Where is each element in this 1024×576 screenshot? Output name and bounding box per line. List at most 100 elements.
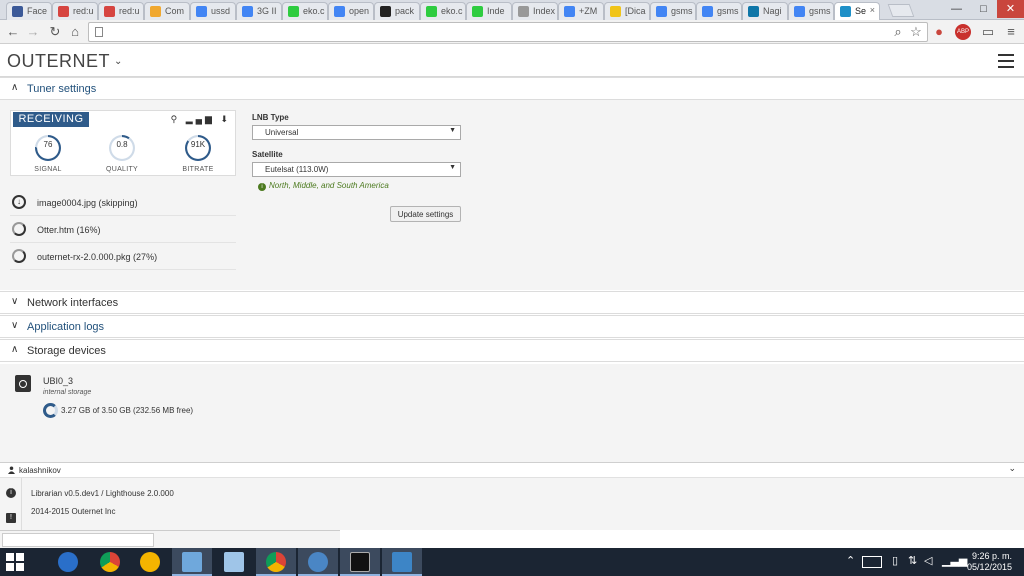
tab-label: gsms: [717, 6, 739, 16]
tab-label: open: [349, 6, 370, 16]
tray-expand-icon[interactable]: ⌃: [846, 554, 855, 567]
user-bar[interactable]: kalashnikov ⌄: [0, 462, 1024, 478]
section-application-logs[interactable]: ∨ Application logs: [0, 315, 1024, 338]
url-input[interactable]: [89, 23, 869, 41]
home-icon[interactable]: ⌂: [66, 23, 84, 41]
browser-tab[interactable]: 3G II: [236, 2, 282, 20]
browser-tab[interactable]: eko.c: [282, 2, 328, 20]
taskbar-app-network[interactable]: [382, 548, 422, 576]
page-icon: [95, 27, 103, 37]
app-header: OUTERNET ⌄: [0, 45, 1024, 77]
wifi-signal-icon[interactable]: ▁▃▅: [942, 554, 967, 567]
keyboard-icon[interactable]: [862, 556, 882, 568]
tab-favicon-icon: [58, 6, 69, 17]
bookmark-star-icon[interactable]: ☆: [907, 23, 925, 41]
feedback-icon[interactable]: !: [6, 513, 16, 523]
usb-icon[interactable]: ⇅: [908, 554, 917, 567]
volume-icon[interactable]: ◁: [924, 554, 932, 567]
reload-icon[interactable]: ↻: [46, 23, 64, 41]
address-bar[interactable]: ⌕ ☆: [88, 22, 928, 42]
tuner-settings-body: RECEIVING ⚲ ▂▄▆ ⬇ 76 SIGNAL 0.8 QUALITY …: [0, 100, 1024, 290]
chevron-down-icon: ∨: [11, 320, 19, 331]
browser-tab[interactable]: +ZM: [558, 2, 604, 20]
download-name: image0004.jpg (skipping): [37, 198, 138, 208]
section-title: Network interfaces: [27, 297, 119, 309]
browser-tab[interactable]: Face: [6, 2, 52, 20]
taskbar-clock[interactable]: 9:26 p. m. 05/12/2015: [967, 551, 1012, 573]
status-field: [2, 533, 154, 547]
quality-gauge: 0.8: [109, 135, 135, 161]
taskbar-app-terminal[interactable]: [340, 548, 380, 576]
taskbar-app-chrome[interactable]: [90, 548, 130, 576]
browser-tab[interactable]: [Dica: [604, 2, 650, 20]
close-tab-icon[interactable]: ×: [870, 5, 875, 15]
zoom-icon[interactable]: ⌕: [889, 23, 907, 41]
chrome-menu-icon[interactable]: ≡: [1002, 23, 1020, 41]
cast-icon[interactable]: ▭: [979, 23, 997, 41]
browser-tab[interactable]: gsms: [788, 2, 834, 20]
windows-start-icon[interactable]: [6, 553, 24, 571]
browser-tab[interactable]: gsms: [650, 2, 696, 20]
username: kalashnikov: [19, 466, 61, 475]
taskbar-app-notepad[interactable]: [214, 548, 254, 576]
satellite-value: Eutelsat (113.0W): [265, 165, 329, 174]
browser-tab[interactable]: red:u: [52, 2, 98, 20]
browser-tab[interactable]: Se ×: [834, 2, 880, 20]
browser-tab[interactable]: gsms: [696, 2, 742, 20]
tab-favicon-icon: [472, 6, 483, 17]
status-icons: ⚲ ▂▄▆ ⬇: [170, 114, 231, 124]
browser-tab[interactable]: ussd: [190, 2, 236, 20]
taskbar-app-phone[interactable]: [48, 548, 88, 576]
browser-tab[interactable]: red:u: [98, 2, 144, 20]
extension-icon[interactable]: ●: [930, 23, 948, 41]
update-settings-button[interactable]: Update settings: [390, 206, 461, 222]
browser-tab[interactable]: Com: [144, 2, 190, 20]
info-icon[interactable]: i: [6, 488, 16, 498]
taskbar-app-remote-desktop[interactable]: [172, 548, 212, 576]
minimize-button[interactable]: —: [943, 0, 970, 18]
taskbar-app-chrome-active[interactable]: [256, 548, 296, 576]
lnb-type-select[interactable]: Universal ▼: [252, 125, 461, 140]
signal-label: SIGNAL: [34, 166, 62, 173]
info-icon: i: [258, 183, 266, 191]
section-tuner-settings[interactable]: ∧ Tuner settings: [0, 77, 1024, 100]
browser-tab[interactable]: Inde: [466, 2, 512, 20]
chrome-icon: [266, 552, 286, 572]
tab-label: pack: [395, 6, 415, 16]
forward-icon[interactable]: →: [24, 23, 42, 41]
taskbar-app-chromium[interactable]: [298, 548, 338, 576]
signal-value: 76: [43, 140, 53, 149]
tab-label: Se: [855, 6, 867, 16]
back-icon[interactable]: ←: [4, 23, 22, 41]
new-tab-button[interactable]: [887, 4, 915, 17]
browser-tab[interactable]: pack: [374, 2, 420, 20]
section-storage-devices[interactable]: ∧ Storage devices: [0, 339, 1024, 362]
section-network-interfaces[interactable]: ∨ Network interfaces: [0, 291, 1024, 314]
maximize-button[interactable]: □: [970, 0, 997, 18]
brand-menu[interactable]: OUTERNET ⌄: [7, 51, 123, 72]
power-icon[interactable]: ▯: [892, 554, 898, 567]
tab-favicon-icon: [748, 6, 759, 17]
tab-label: eko.c: [441, 6, 463, 16]
taskbar-app-canary[interactable]: [130, 548, 170, 576]
network-app-icon: [392, 552, 412, 572]
windows-taskbar: ⌃ ▯ ⇅ ◁ ▁▃▅ 9:26 p. m. 05/12/2015: [0, 548, 1024, 576]
satellite-select[interactable]: Eutelsat (113.0W) ▼: [252, 162, 461, 177]
adblock-icon[interactable]: ABP: [955, 24, 971, 40]
chromium-icon: [308, 552, 328, 572]
tab-favicon-icon: [288, 6, 299, 17]
browser-tab[interactable]: eko.c: [420, 2, 466, 20]
coverage-text: North, Middle, and South America: [269, 181, 389, 190]
download-item: Otter.htm (16%): [10, 217, 236, 243]
browser-tab[interactable]: open: [328, 2, 374, 20]
chevron-down-icon: ⌄: [114, 56, 123, 67]
browser-tab[interactable]: Index: [512, 2, 558, 20]
progress-icon: [12, 222, 26, 236]
download-name: outernet-rx-2.0.000.pkg (27%): [37, 252, 158, 262]
close-window-button[interactable]: ✕: [997, 0, 1024, 18]
chevron-down-icon: ⌄: [1008, 463, 1016, 473]
browser-tab[interactable]: Nagi: [742, 2, 788, 20]
hamburger-menu-icon[interactable]: [998, 54, 1014, 68]
version-text: Librarian v0.5.dev1 / Lighthouse 2.0.000: [31, 489, 174, 498]
bitrate-gauge: 91K: [185, 135, 211, 161]
